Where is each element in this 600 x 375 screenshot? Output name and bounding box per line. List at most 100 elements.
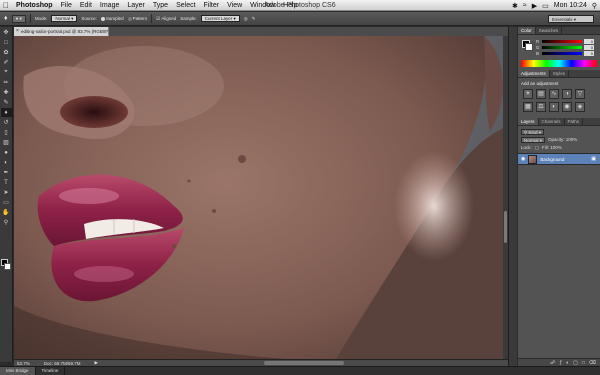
opacity-field[interactable]: Opacity: 100% (548, 137, 577, 142)
scrollbar-thumb[interactable] (504, 211, 507, 243)
history-brush-tool-icon[interactable]: ↺ (1, 118, 12, 127)
channel-mixer-icon[interactable]: ◈ (575, 102, 585, 112)
menu-help[interactable]: Help (279, 2, 301, 9)
red-slider[interactable] (542, 40, 582, 43)
tab-swatches[interactable]: Swatches (536, 27, 563, 34)
wifi-icon[interactable]: ≈ (523, 2, 527, 9)
brush-tool-icon[interactable]: ✎ (1, 98, 12, 107)
kind-filter[interactable]: ⚲ Kind ▾ (521, 128, 545, 135)
brightness-contrast-icon[interactable]: ☀ (523, 89, 533, 99)
lock-icon[interactable]: ▢ (535, 145, 539, 151)
new-layer-icon[interactable]: □ (582, 360, 585, 366)
green-value[interactable]: 0 (584, 45, 594, 50)
hue-saturation-icon[interactable]: ▦ (523, 102, 533, 112)
horizontal-scrollbar[interactable] (264, 361, 344, 365)
zoom-tool-icon[interactable]: ⚲ (1, 218, 12, 227)
slider-red[interactable]: R 0 (536, 39, 594, 44)
vibrance-icon[interactable]: ▽ (575, 89, 585, 99)
menu-window[interactable]: Window (246, 2, 279, 9)
sampled-radio[interactable]: Sampled (100, 16, 124, 21)
mode-dropdown[interactable]: Normal ▾ (51, 15, 78, 22)
dodge-tool-icon[interactable]: ◐ (1, 158, 12, 167)
blue-slider[interactable] (542, 52, 582, 55)
eyedropper-tool-icon[interactable]: ✏ (1, 78, 12, 87)
blur-tool-icon[interactable]: ● (1, 148, 12, 157)
document-canvas[interactable] (14, 36, 508, 362)
document-tab[interactable]: × editing-sailor-portrait.psd @ 83.7% (R… (14, 27, 110, 36)
tab-styles[interactable]: Styles (550, 70, 570, 77)
gradient-tool-icon[interactable]: ▧ (1, 138, 12, 147)
exposure-icon[interactable]: ◑ (562, 89, 572, 99)
color-bg-swatch[interactable] (525, 43, 533, 51)
brush-preset-picker[interactable]: ● ▾ (11, 14, 26, 23)
red-value[interactable]: 0 (584, 39, 594, 44)
green-slider[interactable] (542, 46, 582, 49)
menu-type[interactable]: Type (149, 2, 172, 9)
sample-dropdown[interactable]: Current Layer ▾ (200, 15, 240, 22)
tab-channels[interactable]: Channels (539, 118, 565, 125)
blend-mode-dropdown[interactable]: Normal ▾ (521, 136, 546, 143)
zoom-level[interactable]: 83.7% (17, 361, 30, 366)
black-white-icon[interactable]: ◐ (549, 102, 559, 112)
layer-background[interactable]: ◉ Background ▣ (518, 153, 600, 165)
volume-icon[interactable]: ▶ (532, 2, 537, 10)
fx-icon[interactable]: ƒ (559, 360, 562, 366)
curves-icon[interactable]: ∿ (549, 89, 559, 99)
ignore-adjustment-icon[interactable]: ◎ (244, 16, 248, 22)
pattern-radio[interactable]: Pattern (127, 16, 147, 21)
folder-icon[interactable]: ▢ (573, 360, 578, 366)
menu-select[interactable]: Select (172, 2, 199, 9)
menu-edit[interactable]: Edit (76, 2, 96, 9)
tab-timeline[interactable]: Timeline (36, 367, 66, 375)
menu-filter[interactable]: Filter (200, 2, 224, 9)
color-spectrum[interactable] (521, 60, 597, 67)
tab-color[interactable]: Color (518, 27, 536, 34)
aligned-checkbox[interactable]: ☑ Aligned (156, 16, 176, 22)
pen-tool-icon[interactable]: ✒ (1, 168, 12, 177)
type-tool-icon[interactable]: T (1, 178, 12, 187)
crop-tool-icon[interactable]: ⌖ (1, 68, 12, 77)
tab-mini-bridge[interactable]: Mini Bridge (0, 367, 36, 375)
fill-field[interactable]: Fill: 100% (542, 145, 562, 150)
spotlight-icon[interactable]: ⚲ (592, 2, 597, 10)
clone-stamp-tool-icon[interactable]: ♦ (4, 15, 8, 22)
eye-icon[interactable]: ◉ (521, 156, 525, 162)
hand-tool-icon[interactable]: ✋ (1, 208, 12, 217)
eraser-tool-icon[interactable]: ▯ (1, 128, 12, 137)
menu-file[interactable]: File (57, 2, 76, 9)
link-icon[interactable]: ☍ (550, 360, 555, 366)
move-tool-icon[interactable]: ✥ (1, 28, 12, 37)
slider-green[interactable]: G 0 (536, 45, 594, 50)
workspace-dropdown[interactable]: Essentials ▾ (548, 15, 594, 23)
background-color-swatch[interactable] (4, 263, 11, 270)
mask-icon[interactable]: ◐ (566, 360, 569, 366)
blue-value[interactable]: 0 (584, 51, 594, 56)
apple-icon[interactable]:  (0, 1, 12, 10)
close-icon[interactable]: × (16, 27, 19, 36)
lasso-tool-icon[interactable]: ✿ (1, 48, 12, 57)
photo-filter-icon[interactable]: ◉ (562, 102, 572, 112)
doc-size[interactable]: Doc: 69.7M/69.7M (44, 361, 81, 366)
pressure-icon[interactable]: ✎ (252, 16, 256, 22)
battery-icon[interactable]: ▭ (542, 2, 549, 10)
marquee-tool-icon[interactable]: □ (1, 38, 12, 47)
path-select-tool-icon[interactable]: ➤ (1, 188, 12, 197)
menu-image[interactable]: Image (96, 2, 123, 9)
color-balance-icon[interactable]: ⚖ (536, 102, 546, 112)
menu-view[interactable]: View (223, 2, 246, 9)
slider-blue[interactable]: B 0 (536, 51, 594, 56)
tab-adjustments[interactable]: Adjustments (518, 70, 550, 77)
tab-layers[interactable]: Layers (518, 118, 539, 125)
quick-select-tool-icon[interactable]: ✐ (1, 58, 12, 67)
clock[interactable]: Mon 10:24 (554, 2, 587, 9)
tab-paths[interactable]: Paths (565, 118, 584, 125)
shape-tool-icon[interactable]: ▭ (1, 198, 12, 207)
healing-brush-tool-icon[interactable]: ✚ (1, 88, 12, 97)
bluetooth-icon[interactable]: ✱ (512, 2, 518, 10)
levels-icon[interactable]: ▤ (536, 89, 546, 99)
menu-layer[interactable]: Layer (123, 2, 149, 9)
menu-photoshop[interactable]: Photoshop (12, 2, 57, 9)
clone-stamp-tool-icon[interactable]: ♦ (0, 108, 12, 117)
portrait-image (14, 36, 508, 362)
trash-icon[interactable]: ⌫ (589, 360, 596, 366)
